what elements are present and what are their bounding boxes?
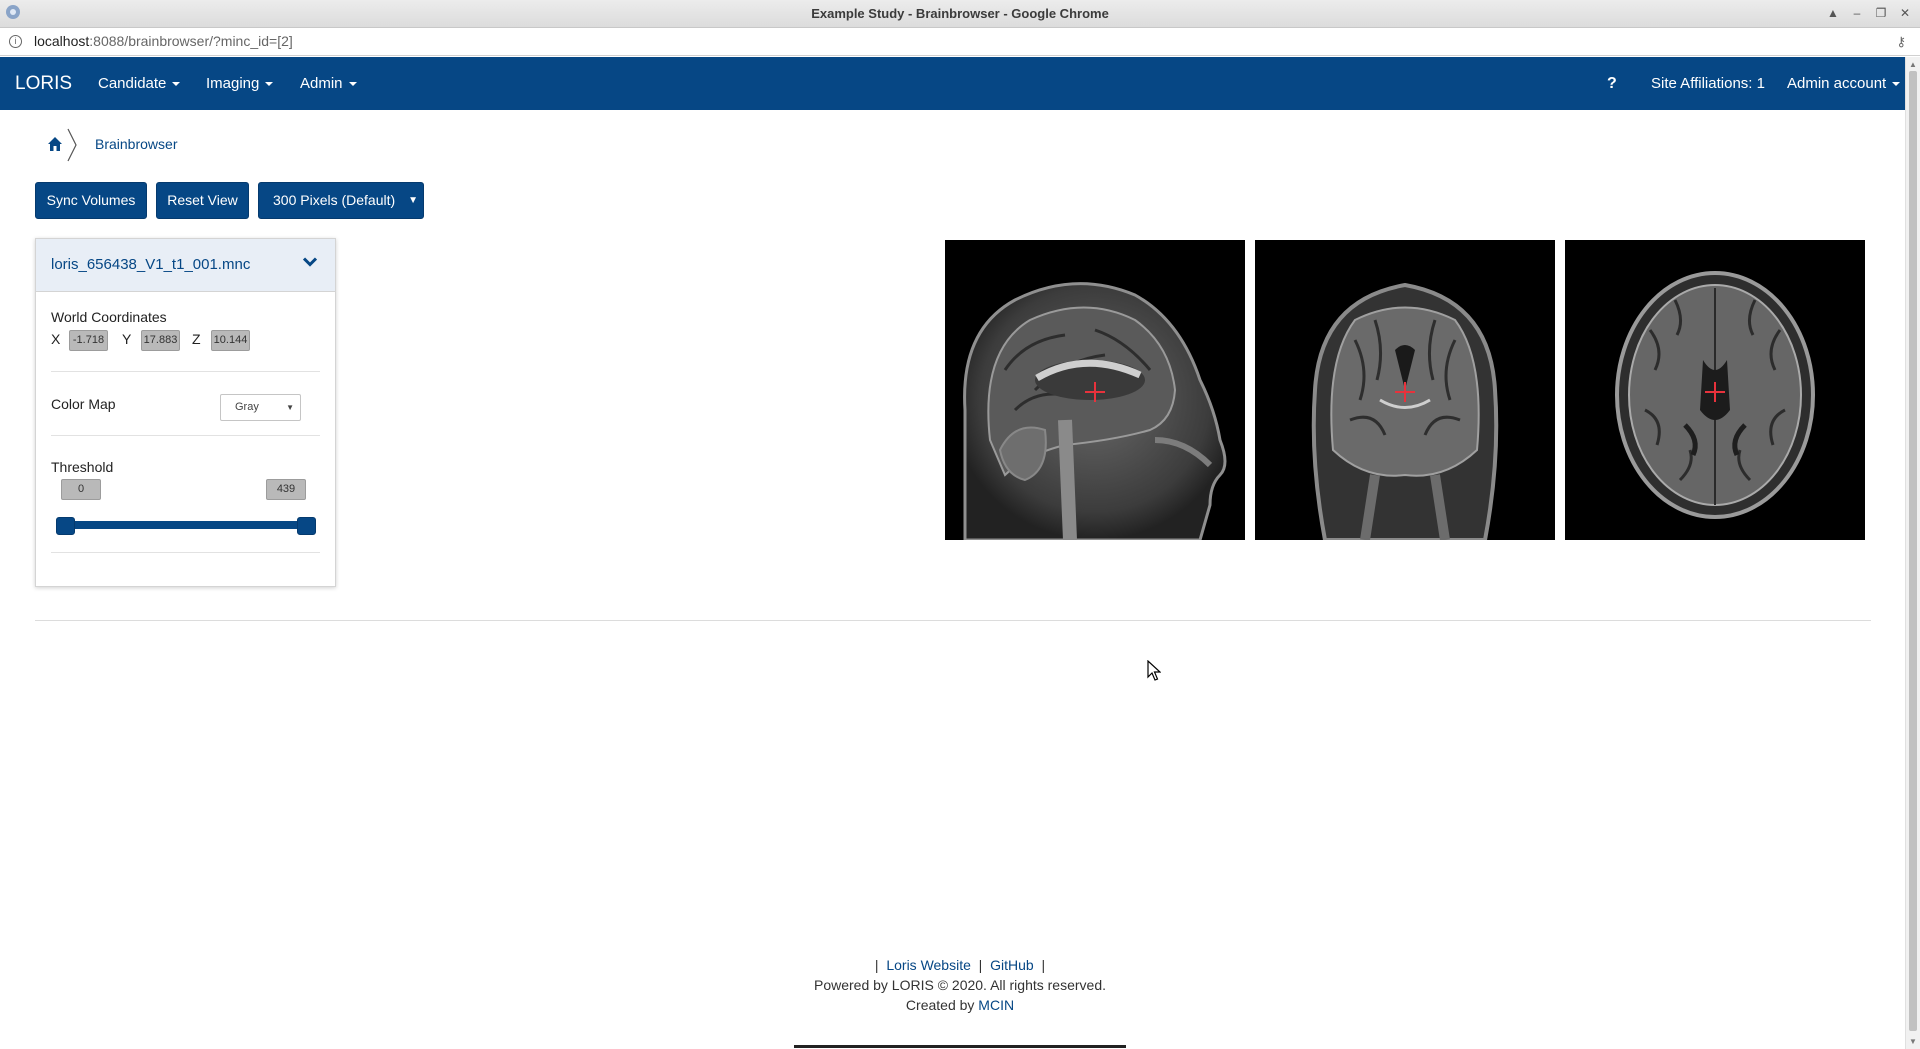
mouse-cursor-icon <box>1147 660 1161 681</box>
axial-brain-image <box>1615 271 1815 519</box>
top-navbar: LORIS Candidate Imaging Admin ? Site Aff… <box>0 57 1906 110</box>
axial-slice-viewer[interactable] <box>1565 240 1865 540</box>
menu-imaging[interactable]: Imaging <box>206 75 274 92</box>
scroll-up-icon[interactable]: ▲ <box>1909 60 1917 69</box>
page-footer: | Loris Website | GitHub | Powered by LO… <box>700 955 1220 1015</box>
threshold-slider-track[interactable] <box>59 521 309 529</box>
sagittal-slice-viewer[interactable] <box>945 240 1245 540</box>
help-button[interactable]: ? <box>1607 75 1617 93</box>
z-coordinate-input[interactable]: 10.144 <box>211 330 250 351</box>
window-close-icon[interactable]: ✕ <box>1896 4 1914 22</box>
color-map-select[interactable]: Gray ▼ <box>220 394 301 421</box>
loris-brand-link[interactable]: LORIS <box>15 73 72 95</box>
github-link[interactable]: GitHub <box>990 957 1034 973</box>
window-up-icon[interactable]: ▲ <box>1824 4 1842 22</box>
chevron-down-icon[interactable] <box>303 257 317 267</box>
info-icon[interactable]: i <box>9 35 22 48</box>
dropdown-arrow-icon: ▼ <box>286 403 294 412</box>
volume-filename: loris_656438_V1_t1_001.mnc <box>51 256 251 273</box>
coronal-slice-viewer[interactable] <box>1255 240 1555 540</box>
y-label: Y <box>122 331 132 347</box>
site-affiliations[interactable]: Site Affiliations: 1 <box>1651 75 1765 92</box>
window-maximize-icon[interactable]: ❐ <box>1872 4 1890 22</box>
menu-admin[interactable]: Admin <box>300 75 357 92</box>
page-scrollbar[interactable]: ▲ ▼ <box>1905 57 1920 1049</box>
footer-links: | Loris Website | GitHub | <box>700 955 1220 975</box>
threshold-max-handle[interactable] <box>297 517 316 535</box>
sagittal-brain-image <box>963 282 1227 540</box>
dropdown-arrow-icon: ▼ <box>408 195 418 206</box>
threshold-max-input[interactable]: 439 <box>266 479 306 500</box>
created-by-line: Created by MCIN <box>700 995 1220 1015</box>
powered-by-text: Powered by LORIS © 2020. All rights rese… <box>813 977 1106 993</box>
window-titlebar: Example Study - Brainbrowser - Google Ch… <box>0 0 1920 28</box>
bottom-edge-bar <box>794 1045 1126 1048</box>
color-map-label: Color Map <box>51 396 116 412</box>
x-label: X <box>51 331 61 347</box>
divider <box>51 552 320 553</box>
color-map-value: Gray <box>235 401 259 413</box>
home-icon[interactable] <box>46 135 64 153</box>
divider <box>51 371 320 372</box>
caret-down-icon <box>265 82 274 87</box>
breadcrumb-brainbrowser[interactable]: Brainbrowser <box>95 136 177 152</box>
breadcrumb-separator-icon <box>67 128 77 162</box>
panel-size-select[interactable]: 300 Pixels (Default) ▼ <box>258 182 424 219</box>
panel-size-label: 300 Pixels (Default) <box>273 192 396 208</box>
mcin-link[interactable]: MCIN <box>978 997 1014 1013</box>
created-by-text: Created by <box>905 997 975 1013</box>
world-coordinates-label: World Coordinates <box>51 309 167 325</box>
threshold-min-input[interactable]: 0 <box>61 479 101 500</box>
y-coordinate-input[interactable]: 17.883 <box>141 330 180 351</box>
menu-candidate[interactable]: Candidate <box>98 75 181 92</box>
reset-view-button[interactable]: Reset View <box>156 182 249 219</box>
footer-separator: | <box>978 957 983 973</box>
footer-separator: | <box>1041 957 1046 973</box>
caret-down-icon <box>348 82 357 87</box>
address-bar[interactable]: i localhost:8088/brainbrowser/?minc_id=[… <box>0 28 1920 56</box>
window-minimize-icon[interactable]: – <box>1848 4 1866 22</box>
coronal-brain-image <box>1311 282 1499 540</box>
footer-divider <box>35 620 1871 621</box>
caret-down-icon <box>172 82 181 87</box>
volume-panel: loris_656438_V1_t1_001.mnc World Coordin… <box>35 238 336 587</box>
footer-separator: | <box>874 957 879 973</box>
caret-down-icon <box>1892 82 1901 87</box>
z-label: Z <box>192 331 201 347</box>
window-title: Example Study - Brainbrowser - Google Ch… <box>811 6 1109 21</box>
sync-volumes-button[interactable]: Sync Volumes <box>35 182 147 219</box>
scrollbar-thumb[interactable] <box>1909 71 1917 1031</box>
threshold-label: Threshold <box>51 459 114 475</box>
volume-panel-header[interactable]: loris_656438_V1_t1_001.mnc <box>36 239 335 292</box>
account-menu[interactable]: Admin account <box>1787 75 1901 92</box>
loris-website-link[interactable]: Loris Website <box>886 957 971 973</box>
url-text[interactable]: localhost:8088/brainbrowser/?minc_id=[2] <box>34 33 293 49</box>
divider <box>51 435 320 436</box>
scroll-down-icon[interactable]: ▼ <box>1909 1037 1917 1046</box>
key-icon[interactable]: ⚷ <box>1896 34 1906 50</box>
x-coordinate-input[interactable]: -1.718 <box>69 330 108 351</box>
threshold-min-handle[interactable] <box>56 517 75 535</box>
